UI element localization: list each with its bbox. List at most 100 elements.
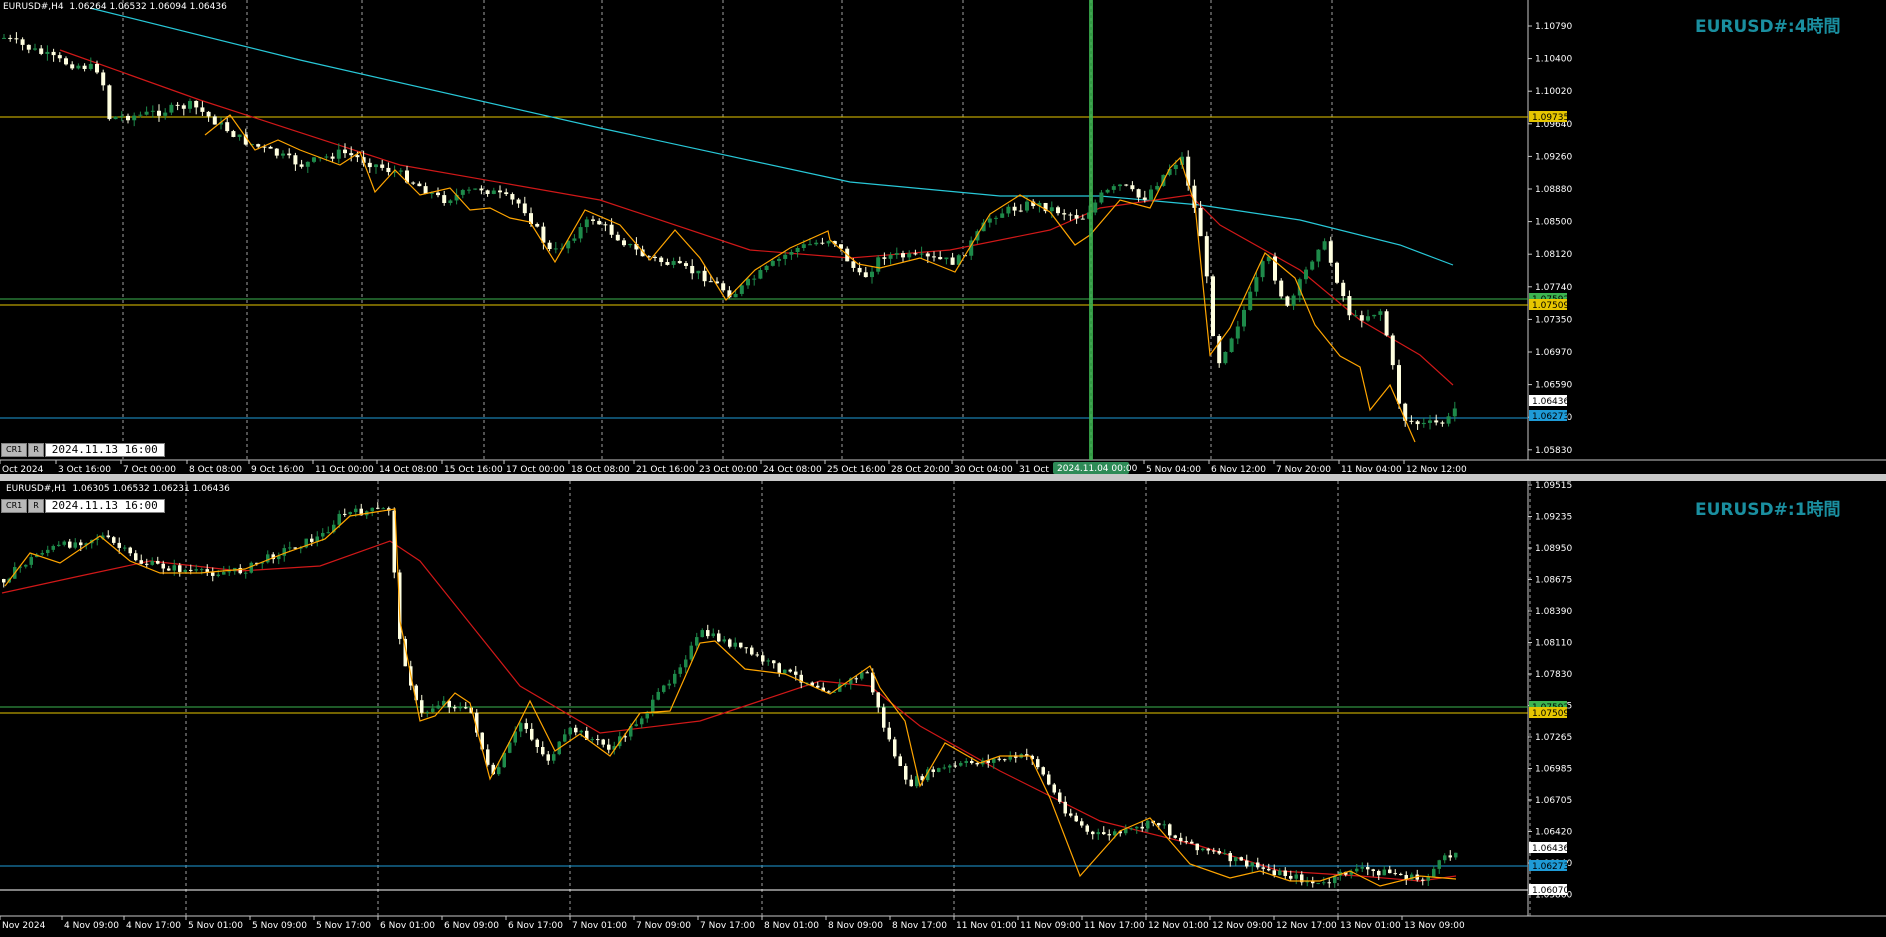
candle-body: [722, 639, 726, 642]
price-label: 1.09235: [1535, 513, 1572, 523]
candle-body: [994, 217, 998, 219]
candle-body: [671, 261, 676, 265]
candle-body: [1135, 826, 1139, 829]
candle-body: [348, 512, 352, 515]
candle-body: [1140, 826, 1144, 829]
price-label: 1.09260: [1535, 152, 1572, 162]
candle-body: [733, 642, 737, 647]
candle-body: [1322, 882, 1326, 884]
candle-body: [1415, 421, 1420, 425]
h1-price-tag-current: 1.06436: [1532, 844, 1569, 854]
candle-body: [964, 761, 968, 764]
candle-body: [820, 242, 825, 244]
h1-datetime-field[interactable]: 2024.11.13 16:00: [44, 499, 165, 513]
candle-body: [1322, 241, 1327, 250]
candle-body: [893, 739, 897, 757]
candle-body: [665, 262, 670, 265]
candle-body: [194, 569, 198, 571]
candle-body: [305, 161, 310, 167]
candle-body: [708, 281, 713, 283]
candle-body: [524, 723, 528, 729]
candle-body: [132, 115, 137, 121]
candle-body: [572, 238, 577, 241]
candle-body: [948, 765, 952, 768]
candle-body: [425, 711, 429, 713]
candle-body: [1107, 834, 1111, 836]
candle-body: [46, 549, 50, 554]
candle-body: [733, 293, 738, 298]
h4-chart-panel[interactable]: 1.10790 1.10400 1.10020 1.09640 1.09260 1.088…: [0, 0, 1886, 474]
candle-body: [485, 190, 490, 194]
candle-body: [123, 547, 127, 549]
candle-body: [1093, 202, 1098, 213]
candle-body: [117, 542, 121, 548]
price-label: 1.09515: [1535, 481, 1572, 491]
h1-cr1-button[interactable]: CR1: [1, 499, 28, 513]
panel-separator[interactable]: [0, 474, 1886, 481]
candle-body: [695, 637, 699, 646]
candle-body: [467, 189, 471, 191]
candle-body: [1267, 868, 1271, 871]
candle-body: [431, 708, 435, 712]
candle-body: [783, 669, 787, 674]
candle-body: [1102, 832, 1106, 835]
candle-body: [1250, 862, 1254, 867]
candle-body: [851, 261, 856, 268]
candle-body: [491, 190, 496, 194]
h1-r-button[interactable]: R: [28, 499, 44, 513]
h1-symbol-info: EURUSD#,H1 1.06305 1.06532 1.06231 1.064…: [6, 484, 230, 494]
candle-body: [1254, 277, 1259, 292]
candle-body: [288, 547, 292, 549]
price-label: 1.10400: [1535, 55, 1572, 65]
candle-body: [1204, 236, 1209, 277]
candle-body: [1190, 841, 1194, 844]
candle-body: [326, 532, 330, 534]
candle-body: [758, 270, 763, 279]
candle-body: [274, 148, 279, 156]
candle-body: [1327, 882, 1331, 884]
candle-body: [535, 739, 539, 747]
candle-body: [411, 182, 416, 184]
candle-body: [1074, 815, 1078, 822]
candle-body: [1283, 870, 1287, 876]
candle-body: [79, 542, 83, 546]
candle-body: [183, 569, 187, 572]
h1-chart-canvas[interactable]: 1.09515 1.09235 1.08950 1.08675 1.08390 1.081…: [0, 481, 1886, 937]
h4-cr1-button[interactable]: CR1: [1, 443, 28, 457]
candle-body: [882, 257, 887, 259]
time-label: 7 Nov 20:00: [1276, 465, 1331, 474]
candle-body: [1285, 296, 1290, 306]
candle-body: [816, 685, 820, 688]
time-label: 25 Oct 16:00: [827, 465, 886, 474]
candle-body: [696, 270, 701, 274]
price-label: 1.06590: [1535, 381, 1572, 391]
candle-body: [898, 756, 902, 767]
h4-r-button[interactable]: R: [28, 443, 44, 457]
candle-body: [752, 278, 757, 280]
h4-chart-canvas[interactable]: 1.107901.104001.100201.096401.092601.088…: [0, 0, 1886, 474]
candle-body: [1289, 875, 1293, 879]
candle-body: [673, 673, 677, 684]
candle-body: [553, 248, 558, 250]
time-label: 30 Oct 04:00: [954, 465, 1013, 474]
candle-body: [1069, 813, 1073, 816]
h1-chart-panel[interactable]: 1.09515 1.09235 1.08950 1.08675 1.08390 1.081…: [0, 481, 1886, 937]
candle-body: [755, 654, 759, 656]
time-label: 24 Oct 08:00: [763, 465, 822, 474]
candle-body: [343, 513, 347, 515]
time-label: 8 Oct 08:00: [189, 465, 242, 474]
time-label: 13 Nov 09:00: [1404, 921, 1465, 931]
candle-body: [516, 199, 521, 204]
crosshair-vertical-line: [1089, 0, 1093, 460]
candle-body: [150, 110, 155, 112]
price-label: 1.07350: [1535, 315, 1572, 325]
candle-body: [535, 224, 540, 227]
price-label: 1.08675: [1535, 576, 1572, 586]
candle-body: [1421, 879, 1425, 881]
candle-body: [39, 48, 44, 54]
time-label: 12 Nov 09:00: [1212, 921, 1273, 931]
candle-body: [1443, 855, 1447, 861]
candle-body: [1136, 189, 1141, 198]
h4-datetime-field[interactable]: 2024.11.13 16:00: [44, 443, 165, 457]
candle-body: [808, 244, 812, 246]
